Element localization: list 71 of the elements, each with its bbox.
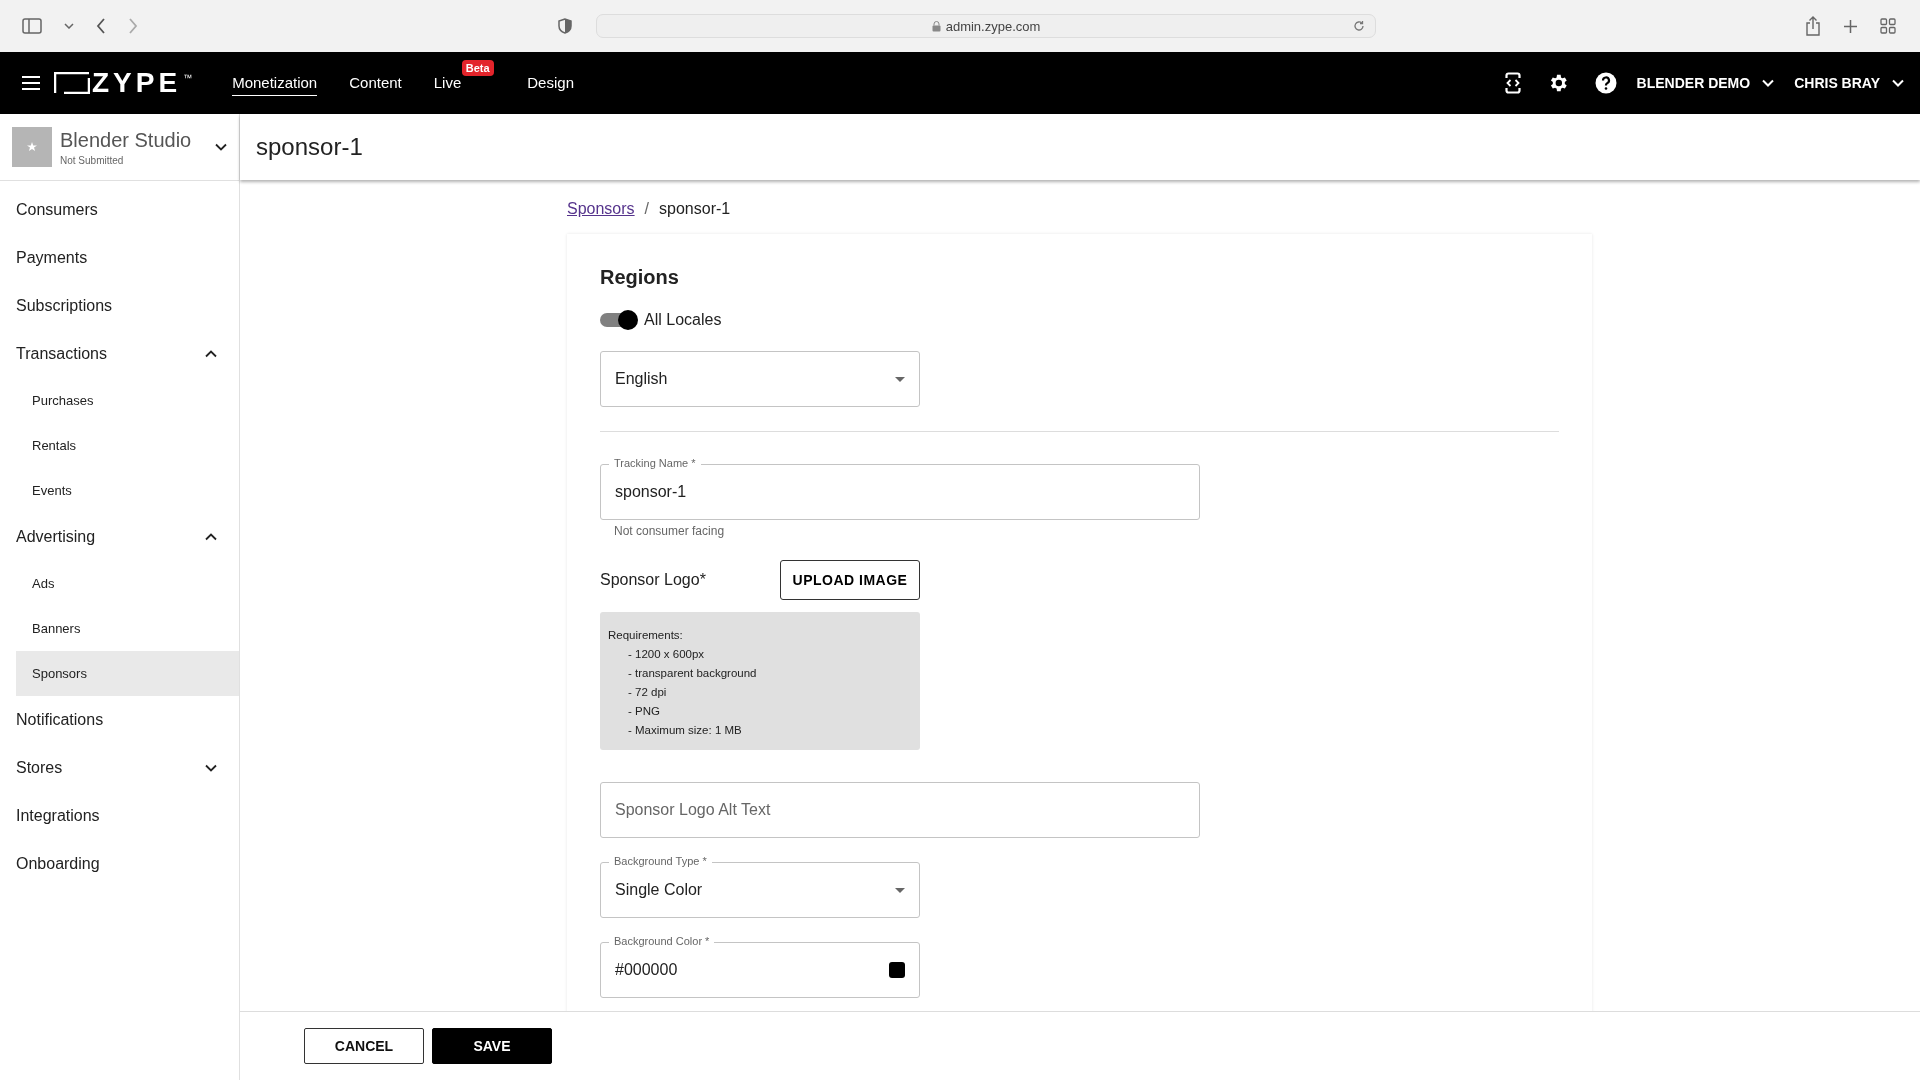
account-menu[interactable]: BLENDER DEMO: [1636, 75, 1751, 91]
sidebar-subitem[interactable]: Events: [0, 468, 239, 513]
org-name: Blender Studio: [60, 128, 193, 152]
back-icon[interactable]: [96, 18, 106, 34]
shield-icon[interactable]: [558, 18, 572, 34]
upload-button[interactable]: UPLOAD IMAGE: [780, 560, 920, 600]
sidebar-subitem[interactable]: Purchases: [0, 378, 239, 423]
sidebar-toggle-icon[interactable]: [22, 18, 42, 34]
code-device-icon[interactable]: [1504, 72, 1521, 94]
nav-tab[interactable]: Live: [433, 70, 462, 96]
logo-wordmark: ZYPE: [92, 69, 182, 97]
tab-grid-icon[interactable]: [1880, 18, 1896, 34]
cancel-button[interactable]: CANCEL: [304, 1028, 424, 1064]
sidebar-subitem[interactable]: Banners: [0, 606, 239, 651]
requirement-item: - 72 dpi: [627, 685, 668, 700]
chevron-icon: [205, 764, 217, 772]
lock-icon: [931, 20, 941, 32]
requirement-item: - Maximum size: 1 MB: [627, 723, 743, 738]
save-button[interactable]: SAVE: [432, 1028, 552, 1064]
breadcrumb-separator: /: [644, 200, 650, 218]
help-icon[interactable]: [1594, 72, 1617, 94]
star-icon: [27, 142, 37, 152]
requirement-item: - PNG: [627, 704, 661, 719]
sidebar-item[interactable]: Notifications: [0, 696, 239, 744]
logo-bracket-icon: [54, 72, 90, 94]
sidebar-item[interactable]: Subscriptions: [0, 282, 239, 330]
helper-text: Not consumer facing: [613, 523, 726, 538]
sidebar-item[interactable]: Advertising: [0, 513, 239, 561]
requirements-title: Requirements:: [608, 628, 684, 643]
chevron-icon: [205, 350, 217, 358]
menu-icon[interactable]: [22, 76, 40, 90]
toggle-label: All Locales: [644, 311, 722, 329]
nav-tab[interactable]: Content: [349, 70, 402, 96]
field-label: Sponsor Logo*: [600, 571, 707, 589]
field-label: Background Color *: [609, 935, 715, 948]
reload-icon[interactable]: [1353, 20, 1365, 32]
nav-tab[interactable]: Monetization: [232, 70, 318, 96]
breadcrumb-current: sponsor-1: [659, 200, 731, 218]
breadcrumb-link[interactable]: Sponsors: [567, 200, 635, 218]
field-label: Tracking Name *: [609, 457, 701, 470]
nav-tab[interactable]: Design: [527, 70, 574, 96]
sidebar-item[interactable]: Integrations: [0, 792, 239, 840]
sidebar-item[interactable]: Payments: [0, 234, 239, 282]
toggle-switch[interactable]: [600, 313, 636, 327]
color-swatch[interactable]: [889, 962, 905, 978]
requirement-item: - transparent background: [627, 666, 758, 681]
dropdown-caret-icon: [895, 887, 905, 893]
language-select[interactable]: English: [600, 351, 920, 407]
dropdown-caret-icon: [895, 376, 905, 382]
share-icon[interactable]: [1805, 16, 1821, 36]
sidebar-item[interactable]: Consumers: [0, 186, 239, 234]
trademark-mark: ™: [183, 73, 193, 83]
plus-icon[interactable]: [1843, 18, 1858, 34]
chevron-icon: [205, 533, 217, 541]
sidebar-item[interactable]: Transactions: [0, 330, 239, 378]
url-text: admin.zype.com: [945, 18, 1041, 34]
sidebar-subitem[interactable]: Ads: [0, 561, 239, 606]
requirement-item: - 1200 x 600px: [627, 647, 706, 662]
text-field[interactable]: Sponsor Logo Alt Text: [600, 782, 1200, 838]
sidebar-subitem[interactable]: Rentals: [0, 423, 239, 468]
beta-badge: Beta: [461, 60, 494, 76]
sidebar-subitem[interactable]: Sponsors: [16, 651, 239, 696]
address-bar[interactable]: admin.zype.com: [596, 14, 1376, 38]
sidebar-item[interactable]: Onboarding: [0, 840, 239, 888]
org-status: Not Submitted: [60, 154, 125, 166]
chevron-down-icon[interactable]: [215, 143, 227, 151]
user-menu[interactable]: CHRIS BRAY: [1794, 75, 1880, 91]
field-label: Background Type *: [609, 855, 712, 868]
section-title: Regions: [600, 266, 680, 289]
page-title: sponsor-1: [256, 133, 363, 161]
sidebar-item[interactable]: Stores: [0, 744, 239, 792]
